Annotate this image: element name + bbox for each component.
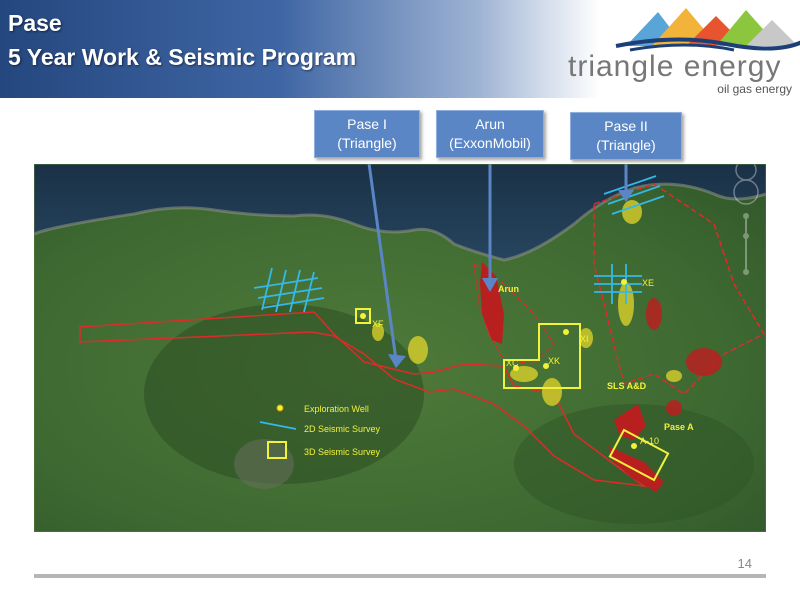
slide-subtitle: 5 Year Work & Seismic Program (8, 44, 357, 70)
callout-pase-ii: Pase II (Triangle) (570, 112, 682, 160)
callout-line2: (ExxonMobil) (449, 135, 531, 151)
field-red (686, 348, 722, 376)
slide-title: Pase (8, 10, 62, 36)
field-yellow (666, 370, 682, 382)
label-arun: Arun (498, 284, 519, 294)
company-logo: triangle energy oil gas energy (566, 6, 800, 96)
callout-line2: (Triangle) (337, 135, 397, 151)
page-number: 14 (737, 556, 752, 571)
svg-text:XI: XI (580, 334, 589, 344)
callout-line1: Arun (475, 116, 505, 132)
label-pase-a: Pase A (664, 422, 694, 432)
legend-2d-label: 2D Seismic Survey (304, 424, 381, 434)
callout-line2: (Triangle) (596, 137, 656, 153)
label-sls: SLS A&D (607, 381, 647, 391)
svg-text:XK: XK (548, 356, 560, 366)
svg-text:XC: XC (506, 358, 519, 368)
logo-name: triangle energy (568, 50, 782, 83)
callout-line1: Pase II (604, 118, 648, 134)
field-yellow (622, 200, 642, 224)
svg-text:XF: XF (372, 319, 384, 329)
field-red (646, 298, 662, 330)
callout-line1: Pase I (347, 116, 387, 132)
logo-mountain-icon (615, 8, 800, 52)
svg-text:A-10: A-10 (640, 436, 659, 446)
footer-divider (34, 574, 766, 578)
callout-pase-i: Pase I (Triangle) (314, 110, 420, 158)
map-panel: XF XE XC XK XI A-10 Arun SLS A&D Pase A … (34, 164, 766, 532)
svg-text:XE: XE (642, 278, 654, 288)
logo-tagline: oil gas energy (717, 82, 792, 96)
legend-well-icon (276, 404, 284, 412)
legend-3d-label: 3D Seismic Survey (304, 447, 381, 457)
field-yellow (542, 378, 562, 406)
field-yellow (408, 336, 428, 364)
legend-well-label: Exploration Well (304, 404, 369, 414)
header-banner: Pase 5 Year Work & Seismic Program trian… (0, 0, 800, 98)
callout-arun: Arun (ExxonMobil) (436, 110, 544, 158)
field-red (666, 400, 682, 416)
